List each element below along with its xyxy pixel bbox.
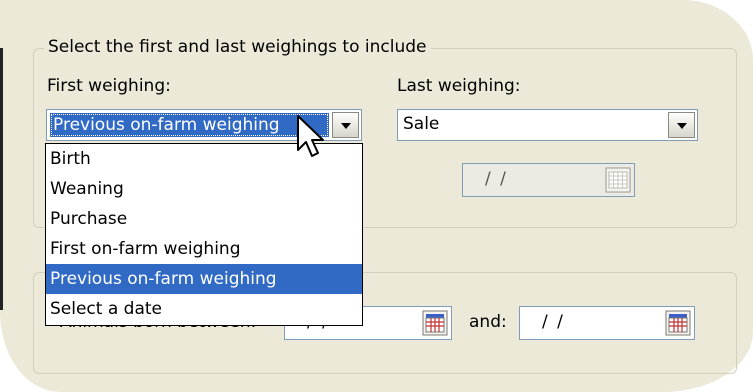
first-weighing-label: First weighing: bbox=[47, 76, 171, 96]
weighings-group-title: Select the first and last weighings to i… bbox=[44, 37, 431, 57]
list-item-previous-on-farm-weighing[interactable]: Previous on-farm weighing bbox=[46, 264, 362, 294]
last-weighing-dropdown-button[interactable] bbox=[668, 112, 695, 138]
last-weighing-label: Last weighing: bbox=[397, 76, 521, 96]
window-edge bbox=[0, 48, 3, 310]
list-item-first-on-farm-weighing[interactable]: First on-farm weighing bbox=[46, 234, 362, 264]
list-item-weaning[interactable]: Weaning bbox=[46, 174, 362, 204]
last-weighing-date-field[interactable]: / / bbox=[462, 163, 635, 197]
chevron-down-icon bbox=[677, 123, 687, 129]
first-weighing-dropdown-button[interactable] bbox=[332, 112, 359, 138]
calendar-icon[interactable] bbox=[422, 310, 448, 336]
last-weighing-value: Sale bbox=[403, 114, 440, 134]
born-to-date-value: / / bbox=[542, 312, 565, 332]
mouse-pointer-icon bbox=[297, 115, 324, 157]
chevron-down-icon bbox=[341, 123, 351, 129]
first-weighing-dropdown-list[interactable]: Birth Weaning Purchase First on-farm wei… bbox=[45, 143, 363, 326]
list-item-purchase[interactable]: Purchase bbox=[46, 204, 362, 234]
calendar-icon[interactable] bbox=[605, 167, 631, 193]
list-item-select-a-date[interactable]: Select a date bbox=[46, 294, 362, 324]
calendar-icon[interactable] bbox=[665, 310, 691, 336]
first-weighing-value: Previous on-farm weighing bbox=[50, 113, 329, 137]
born-to-date-field[interactable]: / / bbox=[519, 306, 695, 340]
and-label: and: bbox=[469, 312, 507, 332]
last-weighing-date-value: / / bbox=[485, 169, 508, 189]
last-weighing-select[interactable]: Sale bbox=[397, 109, 698, 141]
